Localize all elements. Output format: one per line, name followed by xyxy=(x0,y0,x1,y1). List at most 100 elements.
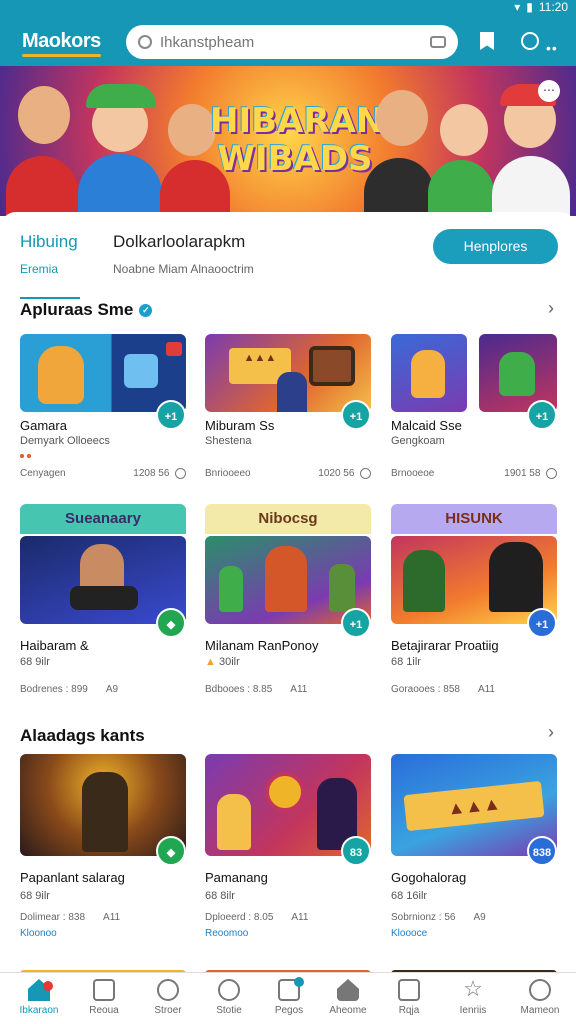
bookmark-icon[interactable] xyxy=(480,32,494,50)
card-meta: Dolimear : 838 A11 xyxy=(20,912,186,923)
card-title: Betajirarar Proatiig xyxy=(391,638,499,653)
card-title: Gamara xyxy=(20,418,67,433)
tab-label: Dolkarloolarapkm xyxy=(113,232,246,251)
game-logo-art: ▲▲▲ xyxy=(403,780,545,832)
character-illustration xyxy=(277,372,307,412)
card-meta-right: A11 xyxy=(103,912,121,923)
nav-item-reoua[interactable]: Reoua xyxy=(76,979,132,1016)
card-banner-label: Sueanaary xyxy=(20,504,186,534)
card-meta-right: 1020 56 xyxy=(318,468,355,480)
character-illustration xyxy=(18,86,70,144)
nav-item-stroer[interactable]: Stroer xyxy=(140,979,196,1016)
game-thumbnail xyxy=(391,334,467,412)
card-title: Gogohalorag xyxy=(391,870,467,885)
card-subtitle: Gengkoam xyxy=(391,435,445,447)
add-badge[interactable]: +1 xyxy=(341,608,371,638)
hero-banner[interactable]: HIBARAN WIBADS ⋯ xyxy=(0,66,576,216)
add-badge[interactable]: 838 xyxy=(527,836,557,866)
character-illustration xyxy=(376,90,428,146)
fire-icon: ▲ xyxy=(205,656,216,668)
card-meta-right: A11 xyxy=(291,912,309,923)
card-subtitle: 68 9ilr xyxy=(20,656,50,668)
chevron-right-icon[interactable]: › xyxy=(548,722,554,743)
tab-indicator xyxy=(20,297,80,299)
play-badge[interactable]: ◆ xyxy=(156,836,186,866)
add-badge[interactable]: +1 xyxy=(156,400,186,430)
card-meta-right: A11 xyxy=(477,684,495,695)
character-illustration xyxy=(82,772,128,852)
card-meta: Cenyagen 1208 56 xyxy=(20,468,186,479)
card-subtitle: 68 9ilr xyxy=(20,890,50,902)
info-icon[interactable] xyxy=(546,468,557,479)
search-input[interactable] xyxy=(160,33,422,51)
game-card[interactable]: 83 Pamanang 68 8ilr Dploeerd : 8.05 A11 … xyxy=(205,754,371,944)
game-card[interactable]: ▲▲▲ +1 Miburam Ss Shestena Bnriooeeo 102… xyxy=(205,334,371,484)
banner-more-icon[interactable]: ⋯ xyxy=(538,80,560,102)
card-link[interactable]: Kloooce xyxy=(391,928,427,939)
card-link[interactable]: Kloonoo xyxy=(20,928,57,939)
nav-item-aheome[interactable]: Aheome xyxy=(320,979,376,1016)
status-time: 11:20 xyxy=(538,0,568,14)
card-meta-left: Brnooeoe xyxy=(391,468,435,479)
content-sheet: Hibuing Eremia Dolkarloolarapkm Noabne M… xyxy=(0,212,576,972)
search-bar[interactable] xyxy=(126,25,458,59)
notification-dot xyxy=(294,977,304,987)
game-card[interactable]: +1 Gamara Demyark Olloeecs Cenyagen 1208… xyxy=(20,334,186,484)
more-icon[interactable]: •• xyxy=(546,40,558,56)
card-meta: Bdbooes : 8.85 A11 xyxy=(205,684,371,695)
card-meta: Brnooeoe 1901 58 xyxy=(391,468,557,479)
game-card[interactable]: Sueanaary ◆ Haibaram & 68 9ilr Bodrenes … xyxy=(20,504,186,704)
game-thumbnail xyxy=(20,334,186,412)
game-card[interactable]: HISUNK +1 Betajirarar Proatiig 68 1ilr G… xyxy=(391,504,557,704)
camera-icon[interactable] xyxy=(430,36,446,48)
add-badge[interactable]: +1 xyxy=(341,400,371,430)
card-meta-left: Bodrenes : 899 xyxy=(20,684,88,695)
search-icon[interactable] xyxy=(521,32,539,50)
bottom-navigation: Ibkaraon Reoua Stroer Stotie Pegos Aheom… xyxy=(0,972,576,1024)
add-badge[interactable]: +1 xyxy=(527,400,557,430)
card-link[interactable]: Reoomoo xyxy=(205,928,248,939)
list-icon xyxy=(398,979,420,1001)
game-card[interactable]: +1 Malcaid Sse Gengkoam Brnooeoe 1901 58 xyxy=(391,334,557,484)
card-subtitle: 68 1ilr xyxy=(391,656,421,668)
globe-icon xyxy=(157,979,179,1001)
add-badge[interactable]: 83 xyxy=(341,836,371,866)
card-subtitle-text: 30ilr xyxy=(218,656,240,668)
section-title-text: Apluraas Sme xyxy=(20,300,134,319)
nav-item-rqja[interactable]: Rqja xyxy=(381,979,437,1016)
game-card[interactable]: ◆ Papanlant salarag 68 9ilr Dolimear : 8… xyxy=(20,754,186,944)
chevron-right-icon[interactable]: › xyxy=(548,298,554,319)
coin-illustration xyxy=(265,772,305,812)
card-subtitle: ▲ 30ilr xyxy=(205,656,240,668)
card-meta: Bnriooeeo 1020 56 xyxy=(205,468,371,479)
tab-secondary[interactable]: Dolkarloolarapkm Noabne Miam Alnaooctrim xyxy=(113,232,333,276)
card-subtitle: Shestena xyxy=(205,435,252,447)
nav-item-stotie[interactable]: Stotie xyxy=(201,979,257,1016)
game-card[interactable]: ▲▲▲ 838 Gogohalorag 68 16ilr Sobrnionz :… xyxy=(391,754,557,944)
game-card[interactable]: Nibocsg +1 Milanam RanPonoy ▲ 30ilr Bdbo… xyxy=(205,504,371,704)
character-illustration xyxy=(403,550,445,612)
card-title: Malcaid Sse xyxy=(391,418,462,433)
nav-item-profile[interactable]: Mameon xyxy=(512,979,568,1016)
card-meta-left: Dploeerd : 8.05 xyxy=(205,912,274,923)
document-icon xyxy=(93,979,115,1001)
search-icon xyxy=(138,35,152,49)
nav-item-pegos[interactable]: Pegos xyxy=(261,977,317,1016)
info-icon[interactable] xyxy=(360,468,371,479)
app-logo[interactable]: Maokors xyxy=(22,30,101,57)
nav-item-home[interactable]: Ibkaraon xyxy=(11,979,67,1016)
nav-item-ienriis[interactable]: ☆ Ienriis xyxy=(445,978,501,1017)
play-badge[interactable]: ◆ xyxy=(156,608,186,638)
card-meta-left: Bnriooeeo xyxy=(205,468,251,479)
game-thumbnail: ▲▲▲ xyxy=(205,334,371,412)
tab-active[interactable]: Hibuing Eremia xyxy=(20,232,80,276)
primary-action-button[interactable]: Henplores xyxy=(433,229,558,264)
tv-illustration xyxy=(309,346,355,386)
add-badge[interactable]: +1 xyxy=(527,608,557,638)
info-icon[interactable] xyxy=(175,468,186,479)
card-subtitle: Demyark Olloeecs xyxy=(20,435,110,447)
console-illustration xyxy=(70,586,138,610)
character-illustration xyxy=(80,544,124,592)
card-title: Miburam Ss xyxy=(205,418,275,433)
section-title: Alaadags kants xyxy=(20,726,145,746)
